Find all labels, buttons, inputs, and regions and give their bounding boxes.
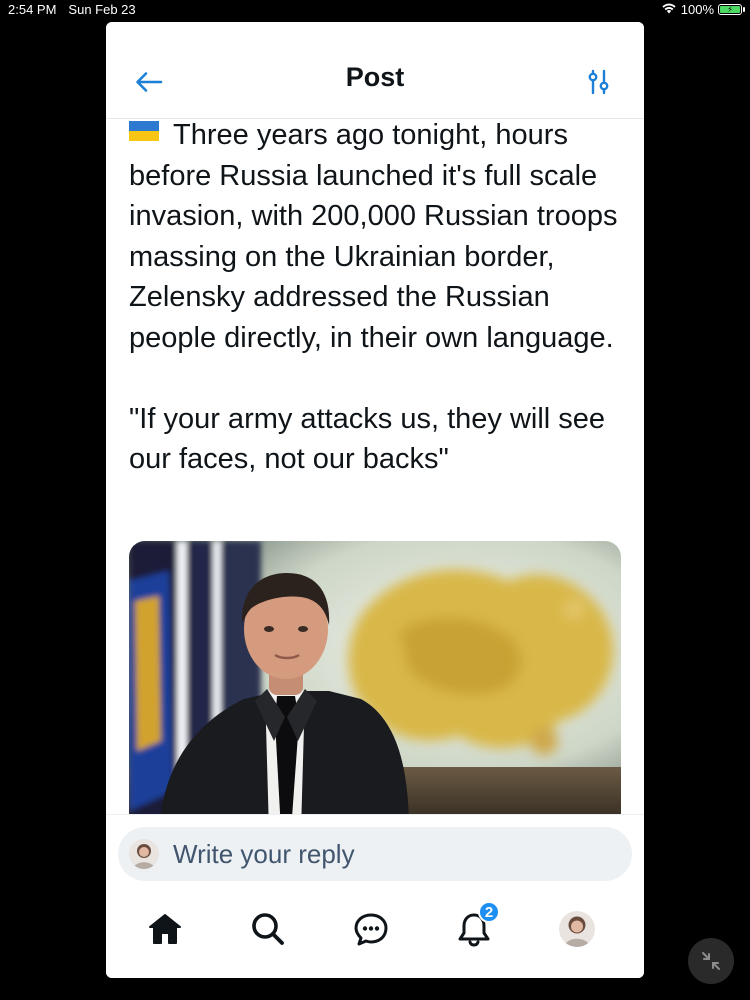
video-still: [129, 541, 621, 814]
chat-icon: [354, 913, 388, 946]
settings-button[interactable]: [584, 68, 614, 96]
minimize-arrows-icon: [702, 952, 720, 970]
ukraine-flag-icon: [129, 121, 159, 142]
status-bar: 2:54 PM Sun Feb 23 100% ⚡: [0, 0, 750, 20]
tab-bar: 2: [106, 889, 644, 978]
wifi-icon: [661, 2, 677, 17]
post-window: Post Three years ago tonight, hours befo…: [106, 22, 644, 978]
battery-charging-icon: ⚡: [718, 4, 745, 15]
sliders-icon: [588, 69, 609, 95]
status-date: Sun Feb 23: [68, 2, 136, 17]
post-text: Three years ago tonight, hours before Ru…: [129, 119, 618, 475]
page-title: Post: [345, 62, 405, 92]
header: Post: [106, 22, 644, 119]
avatar: [129, 839, 159, 869]
battery-percent: 100%: [680, 2, 714, 17]
notification-badge: 2: [478, 901, 500, 923]
tab-search[interactable]: [246, 907, 290, 951]
home-icon: [149, 914, 181, 944]
reply-bar: Write your reply: [106, 814, 644, 890]
avatar: [559, 911, 595, 947]
post-content: Three years ago tonight, hours before Ru…: [106, 119, 644, 814]
tab-notifications[interactable]: 2: [452, 901, 500, 951]
reply-placeholder: Write your reply: [173, 838, 355, 869]
post-body: Three years ago tonight, hours before Ru…: [129, 119, 629, 480]
search-icon: [252, 913, 284, 945]
tab-chat[interactable]: [349, 907, 393, 951]
post-image[interactable]: [129, 541, 621, 814]
tab-home[interactable]: [143, 907, 187, 951]
reply-input[interactable]: Write your reply: [118, 827, 632, 881]
status-time: 2:54 PM: [8, 2, 57, 17]
collapse-window-button[interactable]: [688, 938, 734, 984]
tab-profile[interactable]: [555, 907, 599, 951]
